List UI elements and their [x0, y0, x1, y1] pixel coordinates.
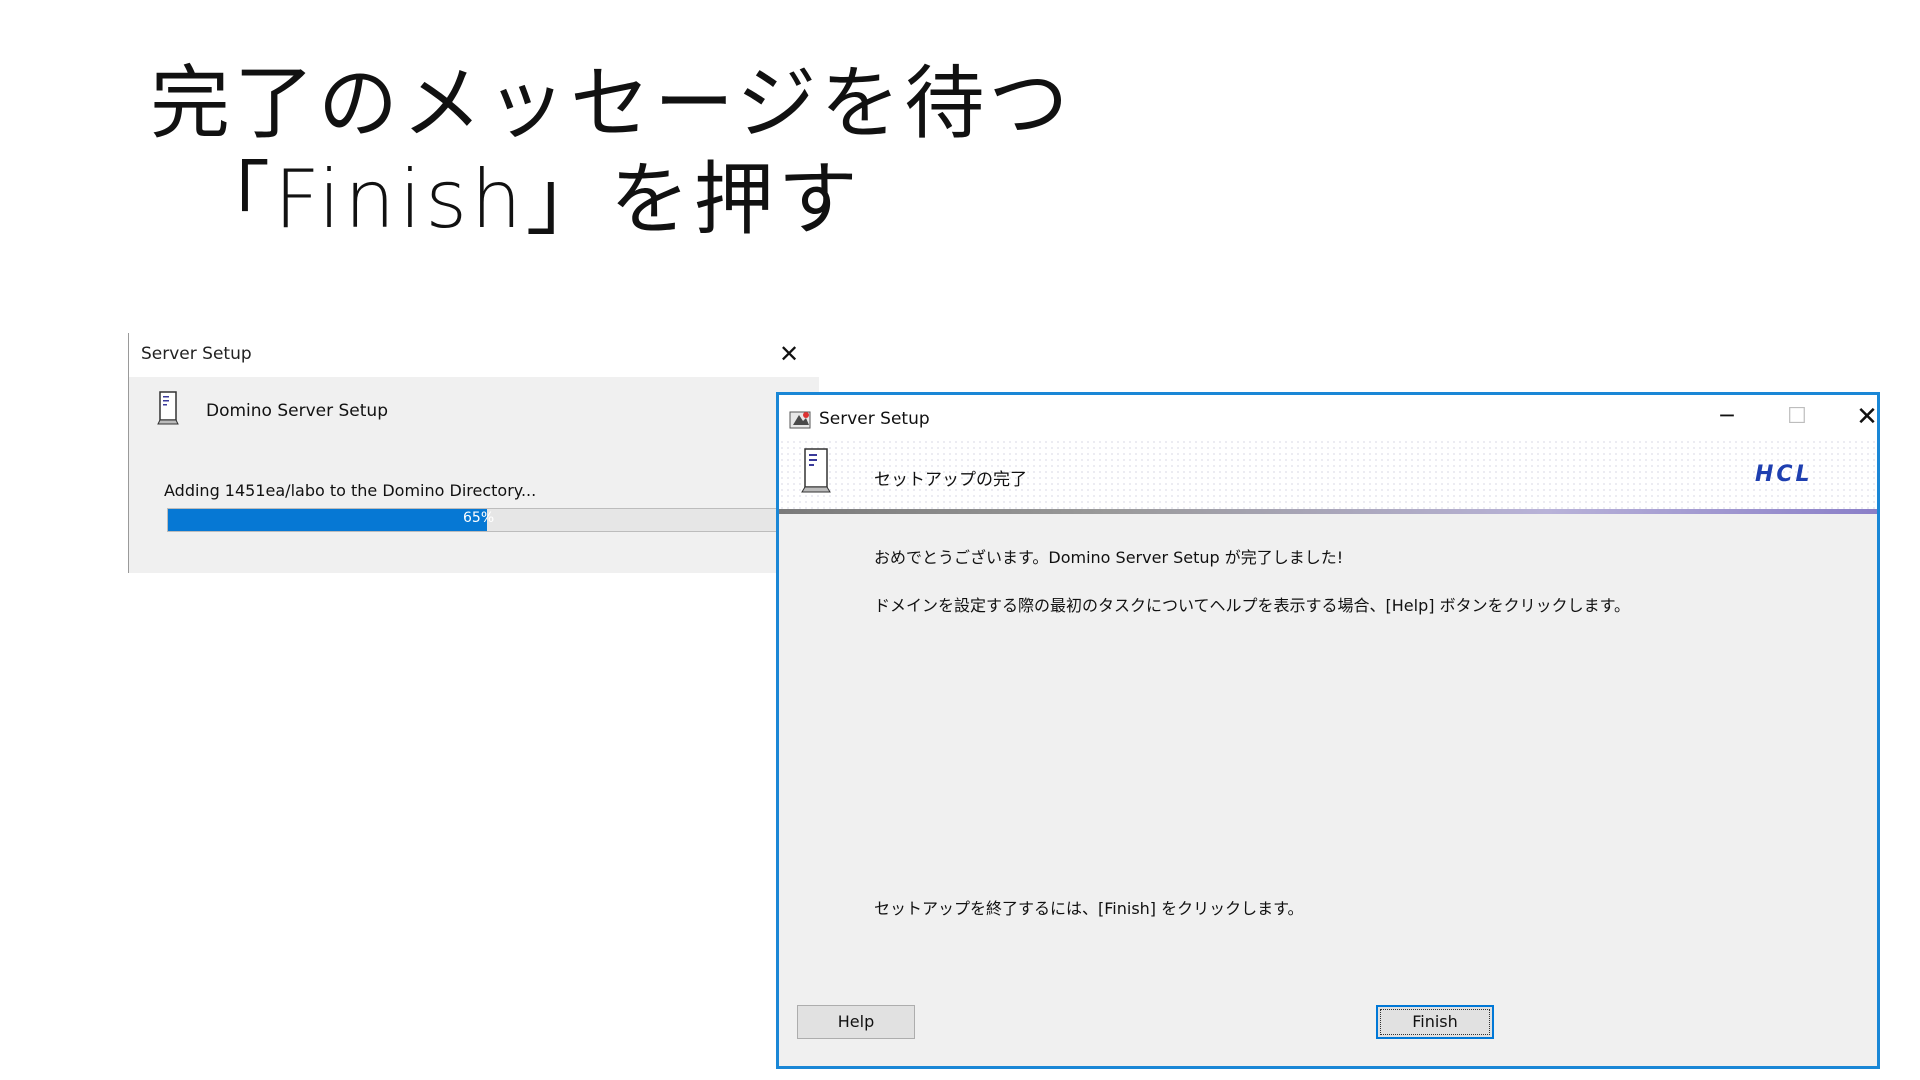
slide-heading-line-2: 「Finish」を押す	[190, 153, 862, 246]
dialog-title: Server Setup	[819, 409, 930, 429]
progress-window-body: Domino Server Setup Adding 1451ea/labo t…	[129, 377, 819, 573]
congratulations-message: おめでとうございます。Domino Server Setup が完了しました!	[874, 548, 1344, 567]
progress-window: Server Setup ✕ Domino Server Setup Addin…	[128, 333, 819, 573]
dialog-banner: セットアップの完了 HCL	[779, 439, 1877, 509]
hcl-logo: HCL	[1755, 462, 1813, 487]
progress-bar: 65%	[167, 508, 819, 532]
setup-app-icon	[789, 409, 813, 435]
dialog-titlebar[interactable]: Server Setup ─ ☐ ✕	[779, 395, 1878, 439]
help-button[interactable]: Help	[797, 1005, 915, 1039]
finish-button[interactable]: Finish	[1376, 1005, 1494, 1039]
progress-window-close-button[interactable]: ✕	[774, 339, 804, 369]
progress-window-titlebar[interactable]: Server Setup ✕	[129, 333, 819, 377]
setup-complete-dialog: Server Setup ─ ☐ ✕ セットアップの完了 HCL おめでとうござ…	[776, 392, 1880, 1069]
dialog-content: おめでとうございます。Domino Server Setup が完了しました! …	[779, 514, 1877, 1066]
slide-heading-line-1: 完了のメッセージを待つ	[150, 57, 1073, 150]
progress-status-text: Adding 1451ea/labo to the Domino Directo…	[164, 481, 537, 500]
minimize-button[interactable]: ─	[1697, 397, 1757, 437]
server-document-icon	[157, 391, 179, 429]
server-document-icon	[801, 447, 831, 497]
maximize-button[interactable]: ☐	[1767, 397, 1827, 437]
slide: 完了のメッセージを待つ 「Finish」を押す Server Setup ✕ D…	[0, 0, 1920, 1080]
banner-title: セットアップの完了	[874, 470, 1027, 490]
close-button[interactable]: ✕	[1837, 397, 1897, 437]
progress-window-header: Domino Server Setup	[206, 401, 388, 421]
progress-bar-fill	[168, 509, 487, 531]
progress-percent-label: 65%	[463, 510, 495, 526]
progress-window-title: Server Setup	[141, 344, 252, 364]
help-instruction-message: ドメインを設定する際の最初のタスクについてヘルプを表示する場合、[Help] ボ…	[874, 596, 1630, 615]
finish-instruction-message: セットアップを終了するには、[Finish] をクリックします。	[874, 899, 1304, 918]
